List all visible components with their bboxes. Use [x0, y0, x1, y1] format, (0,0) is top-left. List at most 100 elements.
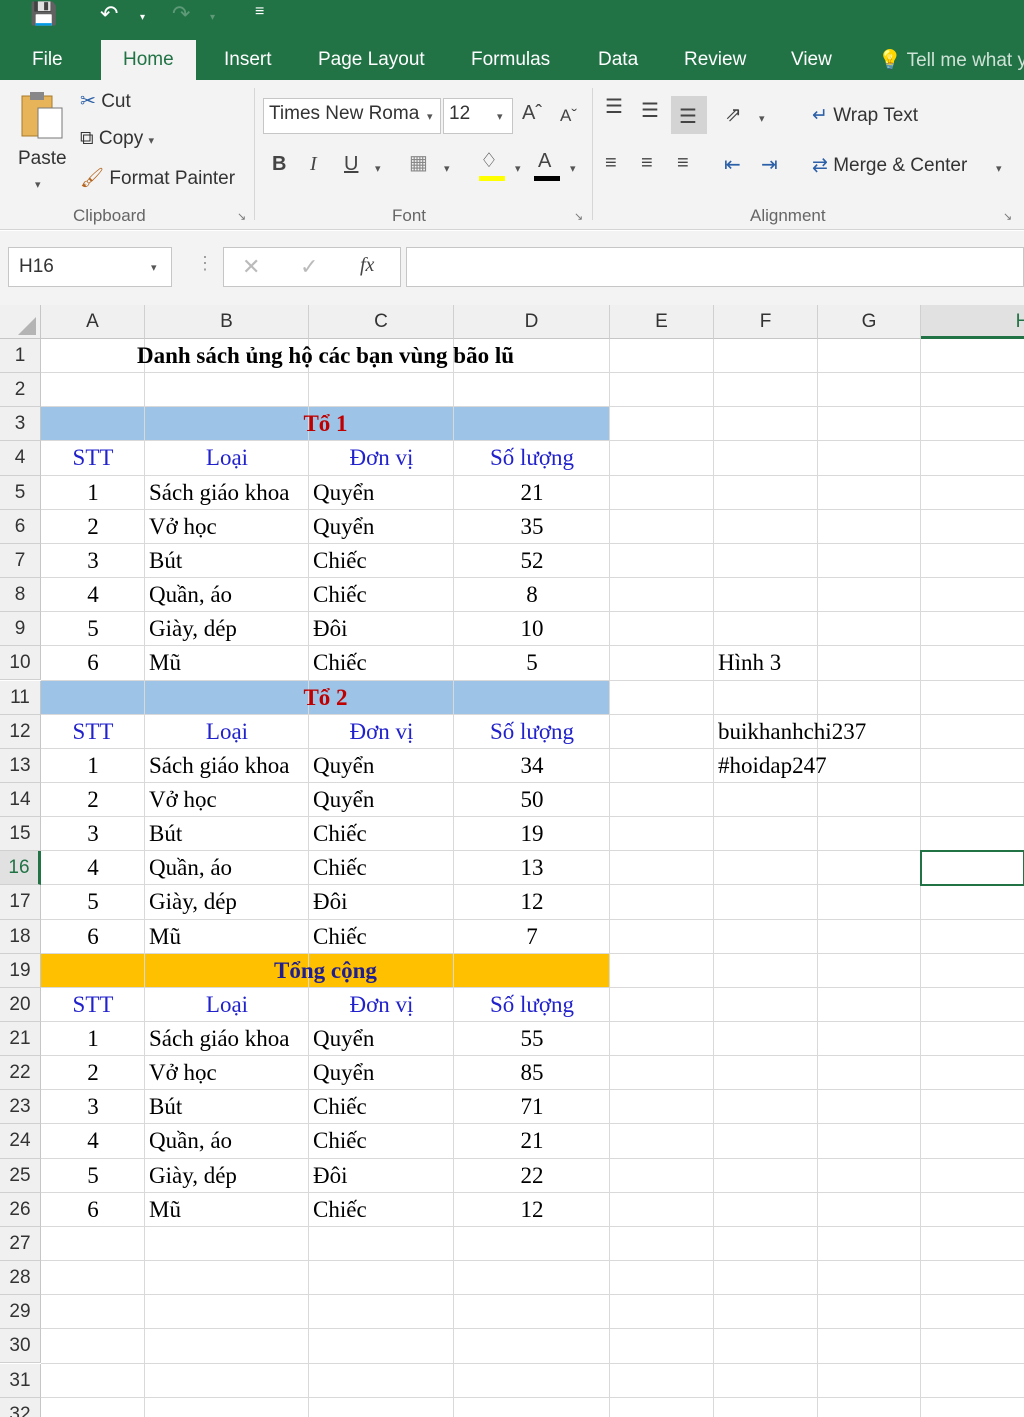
table-cell[interactable]: Quần, áo	[145, 578, 309, 612]
table-cell[interactable]: Đôi	[309, 885, 454, 919]
table-header-cell[interactable]: Số lượng	[454, 441, 610, 475]
table-cell[interactable]: 52	[454, 544, 610, 578]
row-header-4[interactable]: 4	[0, 441, 41, 476]
fill-color-icon[interactable]: ♢	[480, 148, 498, 173]
row-header-1[interactable]: 1	[0, 339, 41, 374]
row-header-20[interactable]: 20	[0, 987, 41, 1022]
note-cell-f13[interactable]: #hoidap247	[714, 749, 831, 783]
column-header-g[interactable]: G	[818, 305, 921, 339]
row-header-22[interactable]: 22	[0, 1056, 41, 1091]
format-painter-button[interactable]: 🖌 Format Painter	[80, 166, 235, 190]
table-cell[interactable]: Chiếc	[309, 544, 454, 578]
row-header-25[interactable]: 25	[0, 1158, 41, 1193]
save-icon[interactable]: 💾	[30, 2, 57, 30]
column-header-e[interactable]: E	[610, 305, 714, 339]
clipboard-launcher-icon[interactable]: ↘	[237, 210, 246, 223]
bold-button[interactable]: B	[272, 153, 286, 176]
table-cell[interactable]: Mũ	[145, 646, 309, 680]
table-cell[interactable]: 4	[41, 1124, 145, 1158]
note-cell-f12[interactable]: buikhanhchi237	[714, 715, 870, 749]
row-header-16[interactable]: 16	[0, 851, 41, 886]
font-launcher-icon[interactable]: ↘	[574, 210, 583, 223]
table-cell[interactable]: 5	[41, 612, 145, 646]
column-header-h[interactable]: H	[921, 305, 1024, 339]
name-box[interactable]: H16	[8, 247, 172, 287]
select-all-corner[interactable]	[0, 305, 41, 339]
table-cell[interactable]: 2	[41, 783, 145, 817]
table-header-cell[interactable]: STT	[41, 988, 145, 1022]
table-header-cell[interactable]: Đơn vị	[309, 715, 454, 749]
table-cell[interactable]: Đôi	[309, 612, 454, 646]
insert-function-icon[interactable]: fx	[360, 254, 374, 277]
table-cell[interactable]: Chiếc	[309, 1193, 454, 1227]
column-header-d[interactable]: D	[454, 305, 610, 339]
table-header-cell[interactable]: Số lượng	[454, 988, 610, 1022]
note-cell-f10[interactable]: Hình 3	[714, 646, 785, 680]
table-cell[interactable]: Bút	[145, 817, 309, 851]
table-cell[interactable]: Bút	[145, 1090, 309, 1124]
sheet-grid[interactable]: A B C D E F G H 1 2 3 4 5 6 7 8 9 10 11 12 13 14 15 16 17 18 19 20 2…	[0, 305, 1024, 1417]
enter-icon[interactable]: ✓	[300, 254, 318, 280]
table-cell[interactable]: 5	[41, 885, 145, 919]
tab-view[interactable]: View	[791, 48, 832, 80]
row-header-29[interactable]: 29	[0, 1295, 41, 1330]
table-header-cell[interactable]: Loại	[145, 988, 309, 1022]
row-header-6[interactable]: 6	[0, 509, 41, 544]
table-header-cell[interactable]: Loại	[145, 441, 309, 475]
table-cell[interactable]: Quyển	[309, 1022, 454, 1056]
row-header-19[interactable]: 19	[0, 953, 41, 988]
underline-button[interactable]: U	[344, 153, 358, 176]
table-cell[interactable]: Chiếc	[309, 920, 454, 954]
table-cell[interactable]: Chiếc	[309, 817, 454, 851]
table-cell[interactable]: Vở học	[145, 510, 309, 544]
table-cell[interactable]: Quần, áo	[145, 851, 309, 885]
font-color-dropdown-icon[interactable]: ▾	[570, 162, 576, 175]
paste-dropdown-icon[interactable]: ▾	[35, 178, 41, 191]
wrap-text-button[interactable]: ↵ Wrap Text	[812, 104, 918, 127]
row-header-24[interactable]: 24	[0, 1124, 41, 1159]
table-cell[interactable]: 85	[454, 1056, 610, 1090]
table-cell[interactable]: 10	[454, 612, 610, 646]
row-header-27[interactable]: 27	[0, 1226, 41, 1262]
table-header-cell[interactable]: STT	[41, 715, 145, 749]
align-middle-icon[interactable]: ☰	[641, 98, 659, 123]
name-box-dropdown-icon[interactable]: ▾	[151, 261, 157, 274]
table-cell[interactable]: Giày, dép	[145, 612, 309, 646]
row-header-12[interactable]: 12	[0, 714, 41, 749]
row-header-21[interactable]: 21	[0, 1022, 41, 1057]
row-header-10[interactable]: 10	[0, 646, 41, 681]
table-cell[interactable]: 21	[454, 476, 610, 510]
table-header-cell[interactable]: STT	[41, 441, 145, 475]
table-cell[interactable]: Vở học	[145, 1056, 309, 1090]
decrease-indent-icon[interactable]: ⇤	[724, 152, 741, 177]
section-title[interactable]: Tổ 1	[41, 407, 610, 441]
table-cell[interactable]: Sách giáo khoa	[145, 476, 309, 510]
undo-icon[interactable]: ↶	[100, 2, 118, 30]
table-cell[interactable]: Quyển	[309, 749, 454, 783]
table-cell[interactable]: 22	[454, 1159, 610, 1193]
tab-insert[interactable]: Insert	[224, 48, 272, 80]
paste-button[interactable]: Paste	[18, 148, 67, 170]
table-cell[interactable]: Chiếc	[309, 578, 454, 612]
merge-dropdown-icon[interactable]: ▾	[996, 162, 1002, 175]
row-header-8[interactable]: 8	[0, 578, 41, 613]
section-title[interactable]: Tổ 2	[41, 681, 610, 715]
borders-icon[interactable]: ▦	[409, 150, 428, 175]
row-header-26[interactable]: 26	[0, 1192, 41, 1227]
table-header-cell[interactable]: Số lượng	[454, 715, 610, 749]
table-cell[interactable]: Mũ	[145, 1193, 309, 1227]
table-cell[interactable]: Quyển	[309, 783, 454, 817]
column-header-f[interactable]: F	[714, 305, 818, 339]
formula-bar-resize-icon[interactable]: ⋮	[196, 253, 214, 274]
row-header-5[interactable]: 5	[0, 475, 41, 510]
table-header-cell[interactable]: Đơn vị	[309, 441, 454, 475]
tell-me-search[interactable]: 💡 Tell me what y	[878, 48, 1024, 72]
tab-page-layout[interactable]: Page Layout	[318, 48, 425, 80]
tab-data[interactable]: Data	[598, 48, 638, 80]
row-header-15[interactable]: 15	[0, 817, 41, 852]
table-cell[interactable]: 6	[41, 920, 145, 954]
fill-color-dropdown-icon[interactable]: ▾	[515, 162, 521, 175]
table-cell[interactable]: 71	[454, 1090, 610, 1124]
align-right-icon[interactable]: ≡	[677, 152, 689, 175]
row-header-14[interactable]: 14	[0, 782, 41, 818]
